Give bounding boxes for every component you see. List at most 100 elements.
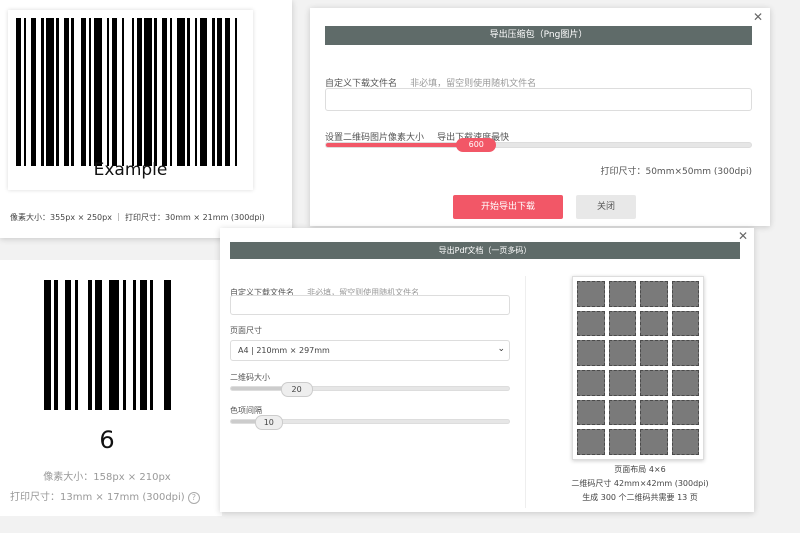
preview-qr-cell xyxy=(608,281,636,307)
preview-qr-cell xyxy=(577,281,605,307)
barcode-card-6: 6 像素大小：158px × 210px 打印尺寸：13mm × 17mm (3… xyxy=(0,260,222,516)
pdf-page-preview xyxy=(572,276,704,460)
preview-qr-cell xyxy=(640,399,668,426)
barcode-bar xyxy=(74,280,79,410)
barcode-bar xyxy=(94,18,102,166)
filename-input[interactable] xyxy=(325,88,752,111)
barcode-frame: Example xyxy=(8,10,253,190)
chevron-down-icon: ⌄ xyxy=(497,344,505,354)
qr-size-label: 二维码大小 xyxy=(230,373,270,382)
pdf-filename-input[interactable] xyxy=(230,295,510,315)
barcode-bar xyxy=(122,280,127,410)
summary-text: 生成 300 个二维码共需要 13 页 xyxy=(582,493,698,502)
close-icon[interactable]: ✕ xyxy=(753,11,763,23)
preview-qr-cell xyxy=(640,281,668,307)
spacing-slider[interactable]: 10 xyxy=(230,415,510,430)
preview-qr-cell xyxy=(608,370,636,396)
barcode-bar xyxy=(224,18,230,166)
preview-qr-cell xyxy=(608,340,636,366)
page-size-value: A4 | 210mm × 297mm xyxy=(238,346,330,355)
preview-qr-cell xyxy=(577,370,605,396)
barcode-bar xyxy=(154,18,157,166)
barcode-bar xyxy=(41,18,44,166)
barcode-bar xyxy=(194,18,198,166)
zip-dialog-header: 导出压缩包（Png图片） xyxy=(325,26,752,45)
barcode-bar xyxy=(88,18,92,166)
barcode-bar xyxy=(139,280,147,410)
barcode-bar xyxy=(136,18,142,166)
layout-text: 页面布局 4×6 xyxy=(614,465,666,474)
qr-size-slider[interactable]: 20 xyxy=(230,382,510,397)
slider-thumb[interactable]: 600 xyxy=(456,138,497,152)
pdf-dialog-header: 导出Pdf文档（一页多码） xyxy=(230,242,740,259)
preview-qr-cell xyxy=(671,281,699,307)
spacing-label: 色项间隔 xyxy=(230,406,262,415)
barcode-bar xyxy=(131,18,135,166)
preview-qr-cell xyxy=(671,370,699,396)
pixel-size-slider[interactable]: 600 xyxy=(325,138,752,152)
barcode-image xyxy=(44,280,174,410)
barcode-card-example: Example 像素大小：355px × 250px ｜ 打印尺寸：30mm ×… xyxy=(0,0,292,238)
barcode-bar xyxy=(217,18,223,166)
barcode-bar xyxy=(121,18,125,166)
question-circle-icon[interactable]: ? xyxy=(187,492,200,504)
zip-export-dialog: ✕ 导出压缩包（Png图片） 自定义下载文件名 非必填，留空则使用随机文件名 设… xyxy=(310,8,770,226)
pixel-size-text: 像素大小：158px × 210px xyxy=(43,472,171,483)
barcode-image xyxy=(16,18,245,166)
barcode-bar xyxy=(63,18,69,166)
print-size-text: 打印尺寸：13mm × 17mm (300dpi) xyxy=(10,492,185,503)
preview-qr-cell xyxy=(577,340,605,366)
preview-qr-cell xyxy=(640,340,668,366)
barcode-bar xyxy=(150,280,154,410)
barcode-info: 像素大小：355px × 250px ｜ 打印尺寸：30mm × 21mm (3… xyxy=(10,213,265,222)
barcode-bar xyxy=(109,280,120,410)
preview-qr-cell xyxy=(671,399,699,426)
preview-qr-cell xyxy=(640,310,668,337)
barcode-bar xyxy=(187,18,190,166)
preview-qr-cell xyxy=(671,340,699,366)
barcode-bar xyxy=(23,18,27,166)
slider-fill xyxy=(326,143,467,147)
preview-qr-cell xyxy=(577,429,605,455)
preview-qr-cell xyxy=(671,310,699,337)
preview-qr-cell xyxy=(608,429,636,455)
barcode-bar xyxy=(177,18,185,166)
print-size-row: 打印尺寸：13mm × 17mm (300dpi) ? xyxy=(10,488,222,504)
barcode-bar xyxy=(16,18,22,166)
close-button[interactable]: 关闭 xyxy=(576,195,636,219)
barcode-bar xyxy=(81,18,87,166)
barcode-bar xyxy=(54,280,58,410)
preview-qr-cell xyxy=(608,399,636,426)
barcode-text: Example xyxy=(93,160,168,180)
barcode-bar xyxy=(56,18,59,166)
page-size-select[interactable]: A4 | 210mm × 297mm ⌄ xyxy=(230,340,510,361)
preview-qr-cell xyxy=(608,310,636,337)
barcode-bar xyxy=(64,280,72,410)
barcode-bar xyxy=(44,280,51,410)
barcode-bar xyxy=(88,280,92,410)
barcode-bar xyxy=(169,18,173,166)
page-size-label: 页面尺寸 xyxy=(230,326,262,335)
barcode-bar xyxy=(132,280,137,410)
slider-fill xyxy=(231,387,287,390)
preview-qr-cell xyxy=(640,429,668,455)
slider-thumb[interactable]: 20 xyxy=(280,382,313,397)
zip-print-size: 打印尺寸：50mm×50mm (300dpi) xyxy=(600,167,752,177)
qr-dimension-text: 二维码尺寸 42mm×42mm (300dpi) xyxy=(571,479,709,488)
pdf-export-dialog: ✕ 导出Pdf文档（一页多码） 自定义下载文件名 非必填，留空则使用随机文件名 … xyxy=(220,228,754,512)
barcode-bar xyxy=(46,18,54,166)
preview-qr-cell xyxy=(640,370,668,396)
barcode-bar xyxy=(144,18,152,166)
preview-qr-cell xyxy=(577,399,605,426)
barcode-bar xyxy=(106,18,110,166)
barcode-bar xyxy=(111,18,117,166)
slider-thumb[interactable]: 10 xyxy=(254,415,283,430)
barcode-text: 6 xyxy=(99,426,115,454)
preview-qr-cell xyxy=(671,429,699,455)
barcode-bar xyxy=(234,18,238,166)
barcode-bar xyxy=(212,18,215,166)
start-export-button[interactable]: 开始导出下载 xyxy=(453,195,563,219)
preview-qr-cell xyxy=(577,310,605,337)
close-icon[interactable]: ✕ xyxy=(738,230,748,242)
barcode-bar xyxy=(199,18,208,166)
